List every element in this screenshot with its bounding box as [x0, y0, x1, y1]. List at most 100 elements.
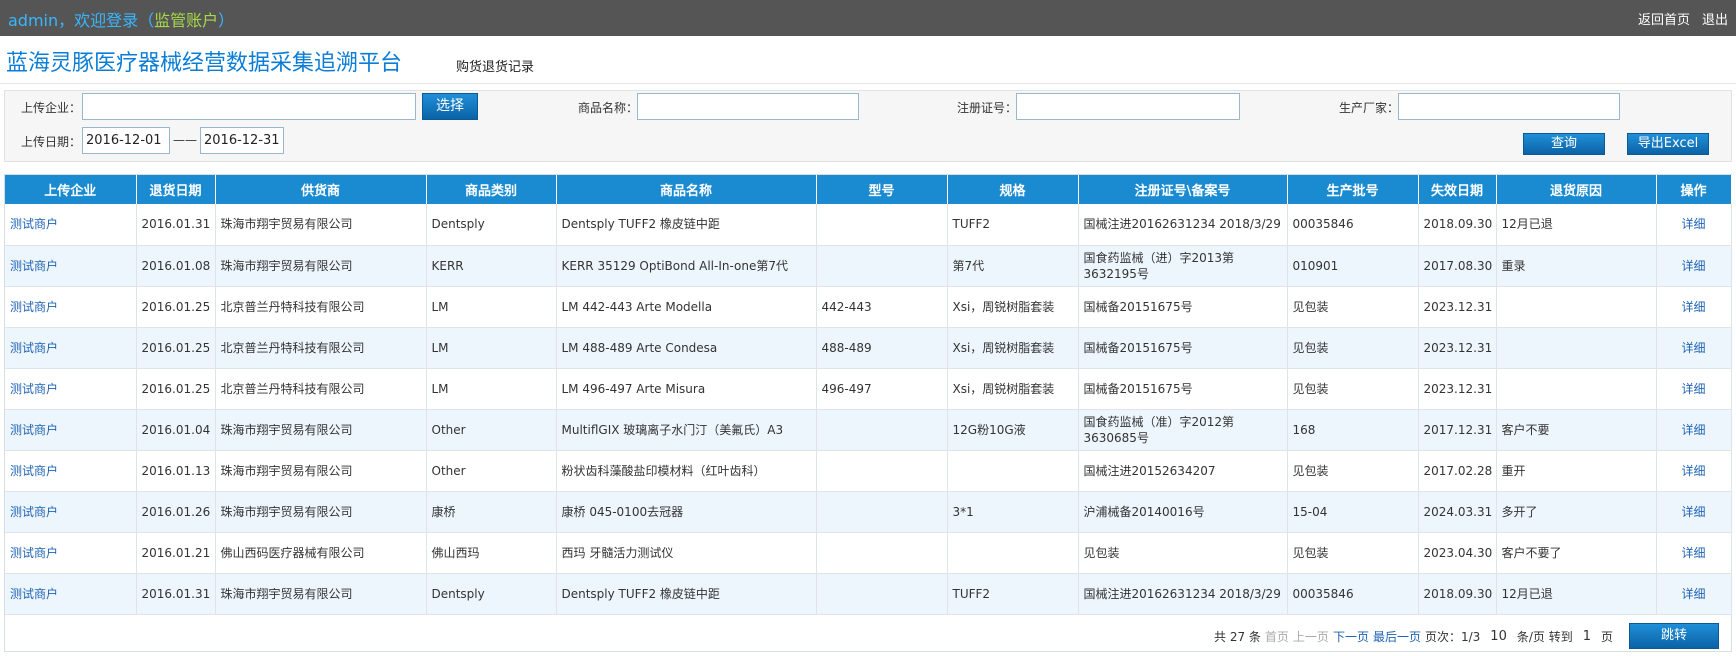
- pagination: 共 27 条 首页 上一页 下一页 最后一页 页次：1/3 10 条/页 转到 …: [1212, 623, 1719, 649]
- cell-company[interactable]: 测试商户: [5, 327, 137, 369]
- cell-detail-link[interactable]: 详细: [1656, 204, 1732, 246]
- cell-spec: Xsi，周锐树脂套装: [947, 286, 1079, 328]
- cell-batch: 见包装: [1287, 532, 1419, 574]
- cell-company[interactable]: 测试商户: [5, 450, 137, 492]
- cell-detail-link[interactable]: 详细: [1656, 491, 1732, 533]
- welcome-label: ，欢迎登录（: [58, 11, 155, 30]
- cell-detail-link[interactable]: 详细: [1656, 573, 1732, 615]
- cell-return-date: 2016.01.31: [136, 204, 216, 246]
- query-button[interactable]: 查询: [1523, 133, 1605, 155]
- cell-model: [816, 409, 948, 451]
- cell-product: LM 496-497 Arte Misura: [556, 368, 817, 410]
- page-header: 蓝海灵豚医疗器械经营数据采集追溯平台 购货退货记录: [0, 36, 1736, 84]
- cell-detail-link[interactable]: 详细: [1656, 245, 1732, 287]
- reg-input[interactable]: [1016, 93, 1240, 120]
- cell-reason: 重开: [1496, 450, 1657, 492]
- cell-expiry: 2017.02.28: [1418, 450, 1497, 492]
- cell-supplier: 珠海市翔宇贸易有限公司: [215, 450, 427, 492]
- header-action: 操作: [1656, 175, 1732, 204]
- cell-category: Dentsply: [426, 573, 557, 615]
- cell-reg-no: 国械注进20162631234 2018/3/29: [1078, 204, 1288, 246]
- cell-supplier: 北京普兰丹特科技有限公司: [215, 327, 427, 369]
- cell-supplier: 珠海市翔宇贸易有限公司: [215, 573, 427, 615]
- page-size-select[interactable]: 10: [1490, 629, 1507, 644]
- cell-expiry: 2018.09.30: [1418, 204, 1497, 246]
- cell-category: 佛山西玛: [426, 532, 557, 574]
- cell-return-date: 2016.01.25: [136, 368, 216, 410]
- cell-company[interactable]: 测试商户: [5, 368, 137, 410]
- cell-reg-no: 国械备20151675号: [1078, 368, 1288, 410]
- cell-batch: 15-04: [1287, 491, 1419, 533]
- cell-detail-link[interactable]: 详细: [1656, 327, 1732, 369]
- cell-detail-link[interactable]: 详细: [1656, 409, 1732, 451]
- select-button[interactable]: 选择: [422, 93, 478, 120]
- table-row: 测试商户 2016.01.26 珠海市翔宇贸易有限公司 康桥 康桥 045-0100去冠…: [5, 491, 1732, 533]
- table-row: 测试商户 2016.01.04 珠海市翔宇贸易有限公司 Other MultiflGIX…: [5, 409, 1732, 451]
- cell-supplier: 珠海市翔宇贸易有限公司: [215, 491, 427, 533]
- cell-model: 488-489: [816, 327, 948, 369]
- cell-company[interactable]: 测试商户: [5, 245, 137, 287]
- top-links: 返回首页 退出: [1626, 9, 1728, 28]
- product-input[interactable]: [637, 93, 859, 120]
- home-link[interactable]: 返回首页: [1638, 13, 1690, 28]
- platform-title: 蓝海灵豚医疗器械经营数据采集追溯平台: [6, 51, 403, 76]
- records-table: 上传企业 退货日期 供货商 商品类别 商品名称 型号 规格 注册证号\备案号 生…: [5, 175, 1732, 615]
- cell-reg-no: 国食药监械（准）字2012第3630685号: [1078, 409, 1288, 451]
- first-page-link[interactable]: 首页: [1265, 628, 1289, 645]
- maker-input[interactable]: [1398, 93, 1620, 120]
- cell-company[interactable]: 测试商户: [5, 409, 137, 451]
- cell-company[interactable]: 测试商户: [5, 204, 137, 246]
- table-body: 测试商户 2016.01.31 珠海市翔宇贸易有限公司 Dentsply Dentspl…: [5, 204, 1732, 615]
- table-row: 测试商户 2016.01.25 北京普兰丹特科技有限公司 LM LM 488-489 A…: [5, 327, 1732, 369]
- cell-spec: Xsi，周锐树脂套装: [947, 327, 1079, 369]
- cell-model: [816, 450, 948, 492]
- username: admin: [8, 11, 59, 30]
- date-from-input[interactable]: [82, 127, 170, 154]
- cell-detail-link[interactable]: 详细: [1656, 532, 1732, 574]
- prev-page-link[interactable]: 上一页: [1293, 628, 1329, 645]
- goto-page-input[interactable]: 1: [1583, 629, 1591, 644]
- cell-reason: 重录: [1496, 245, 1657, 287]
- table-row: 测试商户 2016.01.31 珠海市翔宇贸易有限公司 Dentsply Dentspl…: [5, 573, 1732, 615]
- cell-product: 粉状齿科藻酸盐印模材料（红叶齿科）: [556, 450, 817, 492]
- cell-return-date: 2016.01.26: [136, 491, 216, 533]
- cell-company[interactable]: 测试商户: [5, 532, 137, 574]
- cell-supplier: 佛山西码医疗器械有限公司: [215, 532, 427, 574]
- cell-detail-link[interactable]: 详细: [1656, 450, 1732, 492]
- cell-company[interactable]: 测试商户: [5, 491, 137, 533]
- jump-button[interactable]: 跳转: [1629, 623, 1719, 649]
- cell-spec: [947, 450, 1079, 492]
- cell-reason: [1496, 368, 1657, 410]
- cell-batch: 见包装: [1287, 286, 1419, 328]
- cell-reason: 多开了: [1496, 491, 1657, 533]
- header-company: 上传企业: [5, 175, 137, 204]
- cell-spec: 第7代: [947, 245, 1079, 287]
- company-label: 上传企业：: [21, 101, 82, 115]
- cell-category: 康桥: [426, 491, 557, 533]
- welcome-text: admin，欢迎登录（监管账户）: [8, 7, 234, 31]
- cell-spec: TUFF2: [947, 573, 1079, 615]
- cell-return-date: 2016.01.21: [136, 532, 216, 574]
- cell-category: LM: [426, 368, 557, 410]
- cell-category: KERR: [426, 245, 557, 287]
- cell-spec: [947, 532, 1079, 574]
- cell-model: 442-443: [816, 286, 948, 328]
- cell-company[interactable]: 测试商户: [5, 286, 137, 328]
- cell-return-date: 2016.01.25: [136, 286, 216, 328]
- logout-link[interactable]: 退出: [1702, 13, 1728, 28]
- cell-model: [816, 491, 948, 533]
- cell-detail-link[interactable]: 详细: [1656, 368, 1732, 410]
- cell-detail-link[interactable]: 详细: [1656, 286, 1732, 328]
- cell-company[interactable]: 测试商户: [5, 573, 137, 615]
- company-input[interactable]: [82, 93, 416, 120]
- page-info: 页次：1/3: [1424, 629, 1481, 644]
- cell-product: MultiflGIX 玻璃离子水门汀（美氟氏）A3: [556, 409, 817, 451]
- last-page-link[interactable]: 最后一页: [1373, 628, 1421, 645]
- next-page-link[interactable]: 下一页: [1333, 628, 1369, 645]
- cell-model: [816, 573, 948, 615]
- page-unit-label: 页: [1600, 629, 1613, 644]
- reg-label: 注册证号：: [957, 101, 1018, 115]
- export-excel-button[interactable]: 导出Excel: [1627, 133, 1709, 155]
- date-to-input[interactable]: [200, 127, 284, 154]
- cell-reg-no: 国械注进20162631234 2018/3/29: [1078, 573, 1288, 615]
